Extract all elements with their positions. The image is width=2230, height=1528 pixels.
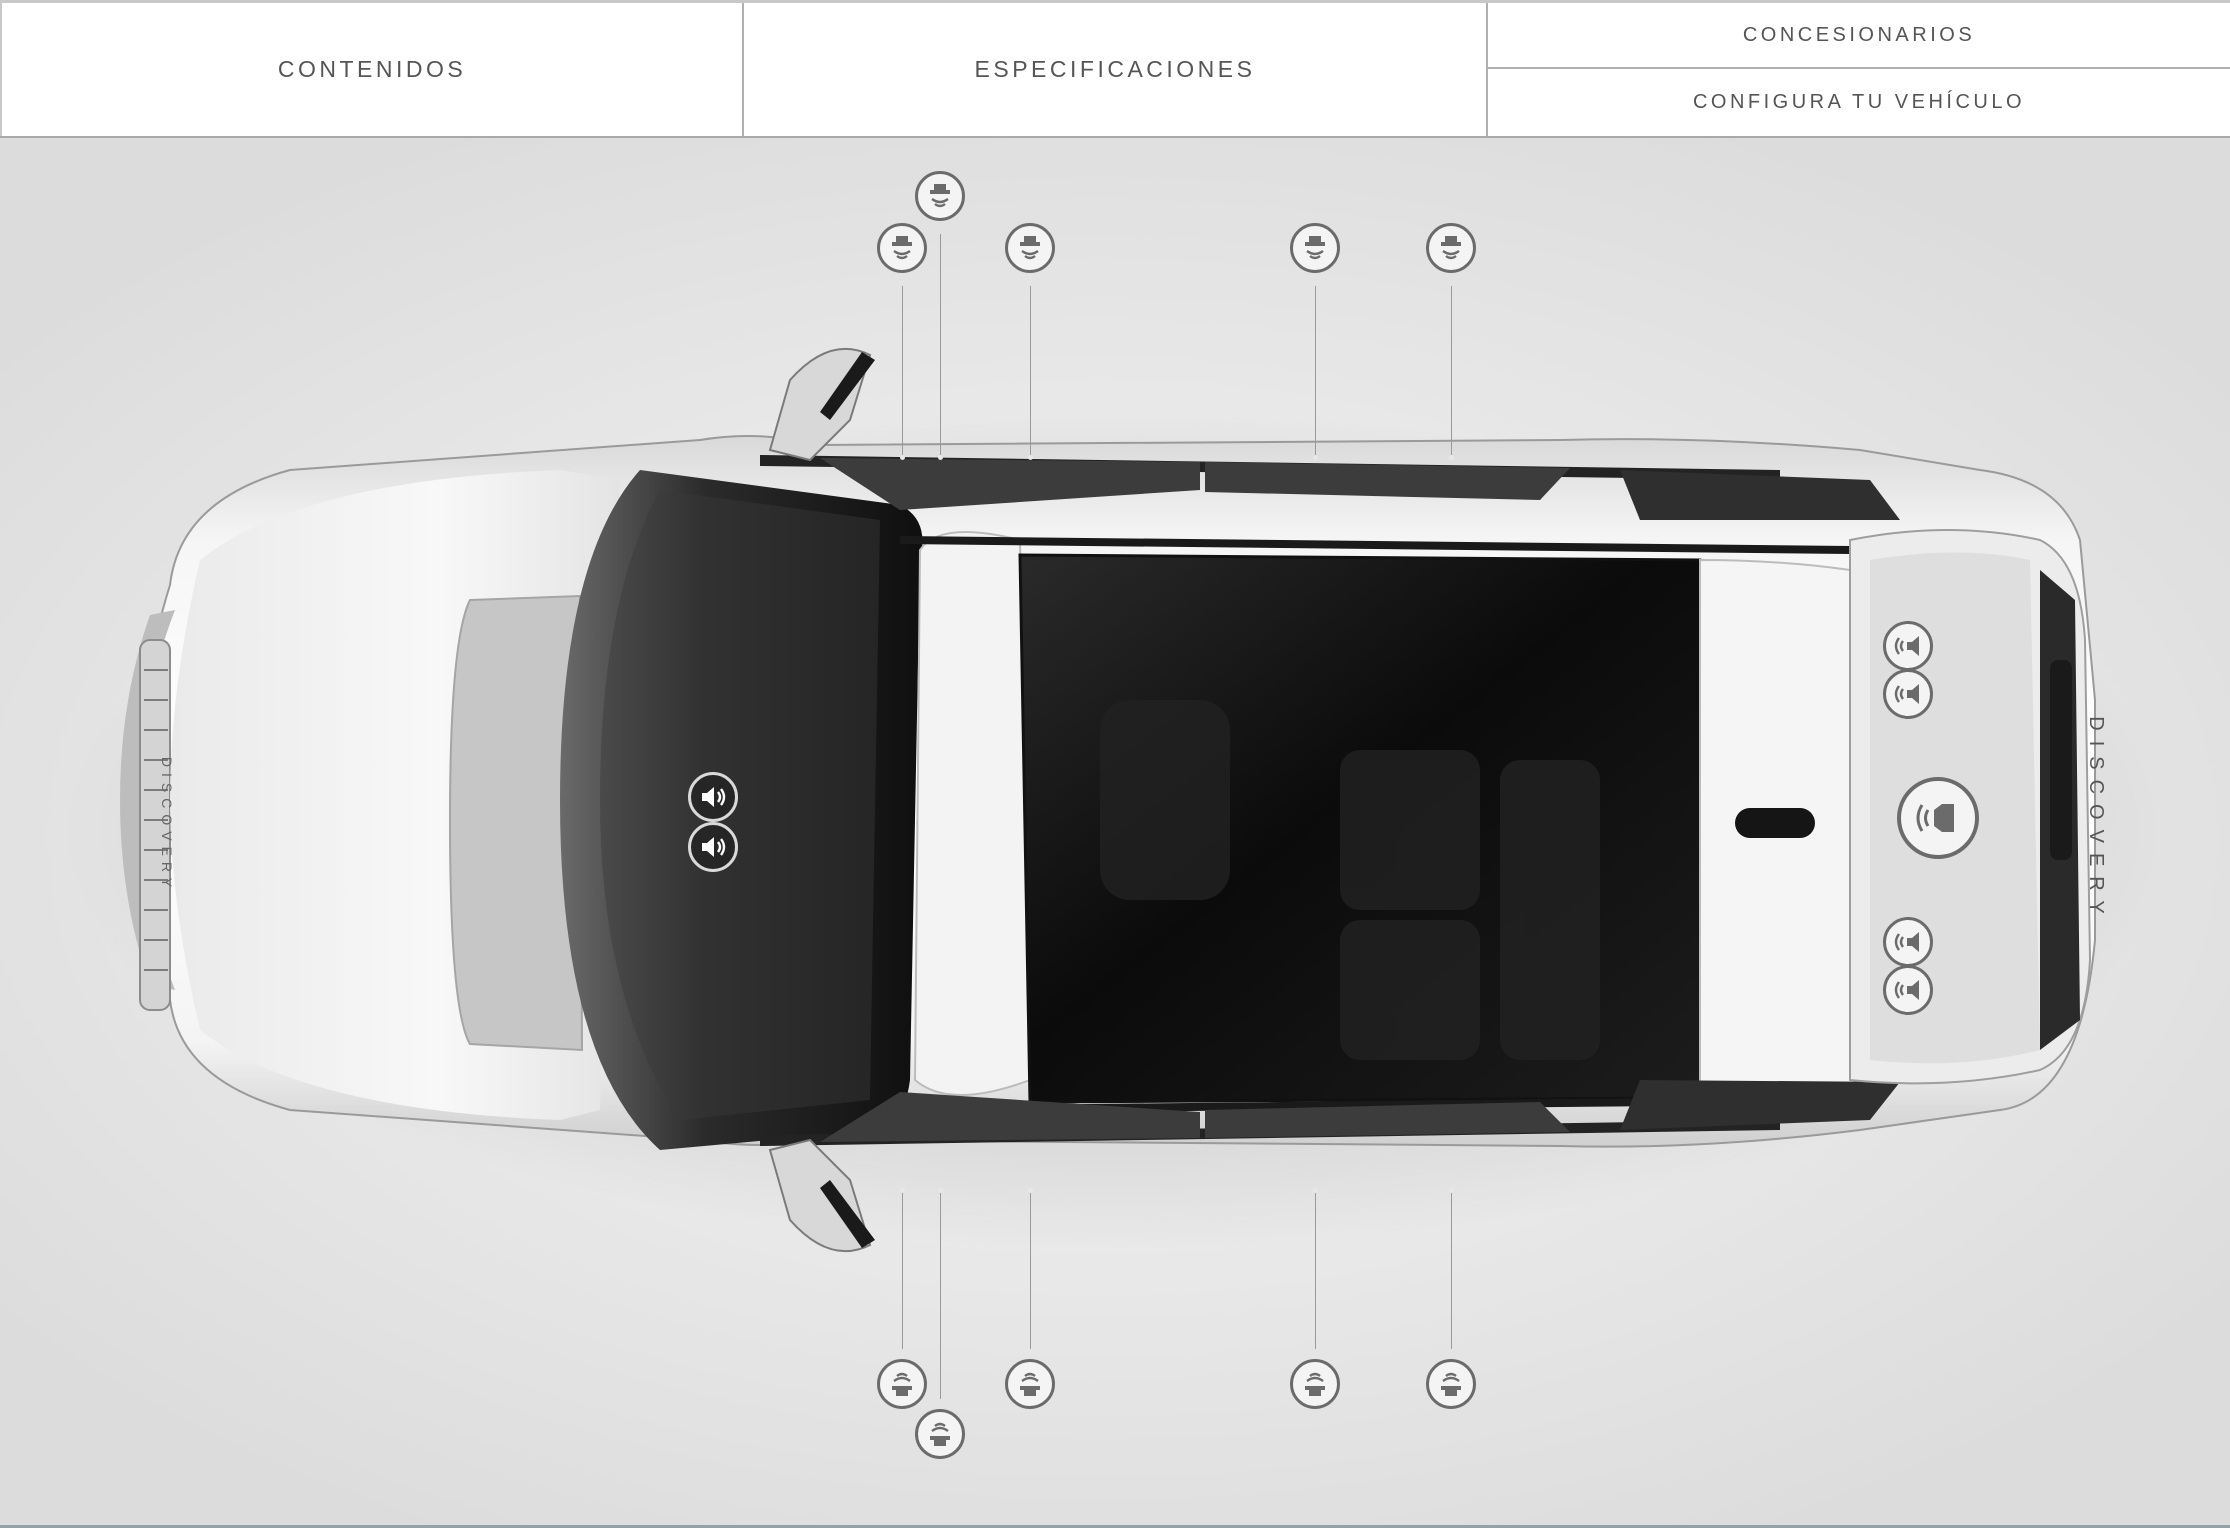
rear-speaker-icon[interactable]	[1883, 965, 1933, 1015]
leader-line	[1315, 286, 1316, 457]
door-speaker-up-icon[interactable]	[915, 1409, 965, 1459]
car-top-view-image: DISCOVERY DISCOVERY	[60, 347, 2180, 1253]
top-navigation: CONTENIDOS ESPECIFICACIONES CONCESIONARI…	[0, 0, 2230, 138]
nav-specs-link[interactable]: ESPECIFICACIONES	[744, 3, 1488, 136]
leader-dot	[900, 1188, 905, 1193]
door-speaker-up-icon[interactable]	[1290, 1359, 1340, 1409]
nav-dealers-link[interactable]: CONCESIONARIOS	[1488, 3, 2230, 69]
leader-dot	[1028, 455, 1033, 460]
leader-dot	[938, 455, 943, 460]
leader-line	[940, 234, 941, 457]
leader-dot	[1449, 1188, 1454, 1193]
door-speaker-up-icon[interactable]	[1005, 1359, 1055, 1409]
leader-line	[1030, 286, 1031, 457]
door-speaker-down-icon[interactable]	[1426, 223, 1476, 273]
dashboard-speaker-icon[interactable]	[688, 772, 738, 822]
door-speaker-down-icon[interactable]	[877, 223, 927, 273]
nav-dealers-label: CONCESIONARIOS	[1742, 23, 1976, 46]
rear-speaker-icon[interactable]	[1883, 917, 1933, 967]
door-speaker-down-icon[interactable]	[915, 171, 965, 221]
door-speaker-up-icon[interactable]	[877, 1359, 927, 1409]
leader-dot	[1313, 1188, 1318, 1193]
leader-dot	[1313, 455, 1318, 460]
leader-dot	[1449, 455, 1454, 460]
car-rear-badge: DISCOVERY	[2085, 716, 2107, 923]
door-speaker-up-icon[interactable]	[1426, 1359, 1476, 1409]
subwoofer-icon[interactable]	[1897, 777, 1979, 859]
nav-configure-link[interactable]: CONFIGURA TU VEHÍCULO	[1488, 69, 2230, 136]
leader-line	[1451, 1191, 1452, 1349]
door-speaker-down-icon[interactable]	[1290, 223, 1340, 273]
car-front-badge: DISCOVERY	[159, 757, 175, 893]
leader-line	[1451, 286, 1452, 457]
nav-contents-link[interactable]: CONTENIDOS	[0, 3, 744, 136]
rear-speaker-icon[interactable]	[1883, 669, 1933, 719]
nav-contents-label: CONTENIDOS	[277, 56, 467, 82]
rear-speaker-icon[interactable]	[1883, 621, 1933, 671]
leader-line	[1030, 1191, 1031, 1349]
leader-line	[1315, 1191, 1316, 1349]
leader-line	[902, 1191, 903, 1349]
nav-configure-label: CONFIGURA TU VEHÍCULO	[1692, 91, 2026, 113]
leader-line	[940, 1191, 941, 1399]
dashboard-speaker-icon[interactable]	[688, 822, 738, 872]
nav-specs-label: ESPECIFICACIONES	[974, 56, 1256, 82]
vehicle-stage: DISCOVERY DISCOVERY	[0, 138, 2230, 1526]
nav-right-group: CONCESIONARIOS CONFIGURA TU VEHÍCULO	[1488, 3, 2230, 136]
leader-line	[902, 286, 903, 457]
leader-dot	[900, 455, 905, 460]
leader-dot	[1028, 1188, 1033, 1193]
door-speaker-down-icon[interactable]	[1005, 223, 1055, 273]
leader-dot	[938, 1188, 943, 1193]
